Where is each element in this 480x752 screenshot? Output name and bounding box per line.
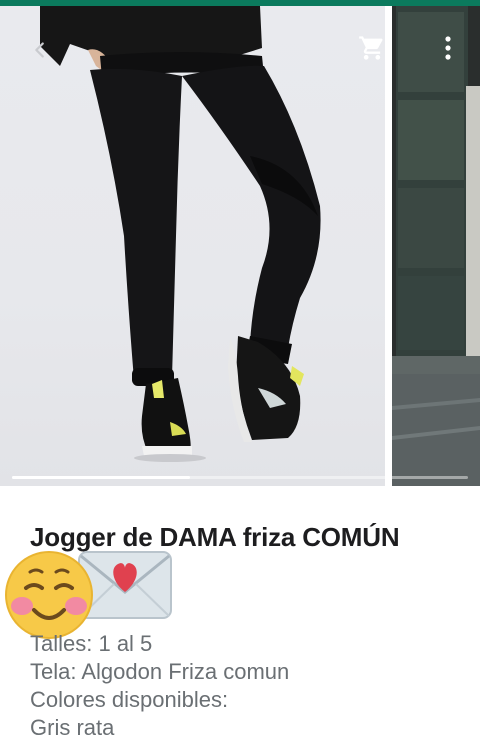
next-product-image[interactable] [392,6,480,486]
cart-button[interactable] [354,30,390,66]
description-line-colors-heading: Colores disponibles: [30,687,229,712]
product-description: Talles: 1 al 5 Tela: Algodon Friza comun… [30,630,470,742]
product-details: Jogger de DAMA friza COMÚN Talles: 1 al … [0,486,480,752]
more-vertical-icon [445,36,451,60]
more-options-button[interactable] [430,30,466,66]
carousel-progress [12,476,468,479]
building-illustration [392,6,480,486]
top-app-bar [0,6,480,66]
product-image-carousel[interactable] [0,6,480,486]
smiling-face-icon [5,551,93,639]
joggers-illustration [40,6,321,462]
description-line-color: Gris rata [30,715,115,740]
carousel-progress-fill [12,476,190,479]
cart-icon [359,36,383,60]
product-image[interactable] [0,6,385,486]
description-line-sizes: Talles: 1 al 5 [30,631,153,656]
description-line-fabric: Tela: Algodon Friza comun [30,659,290,684]
back-button[interactable] [22,32,58,68]
chevron-left-icon [35,42,44,58]
